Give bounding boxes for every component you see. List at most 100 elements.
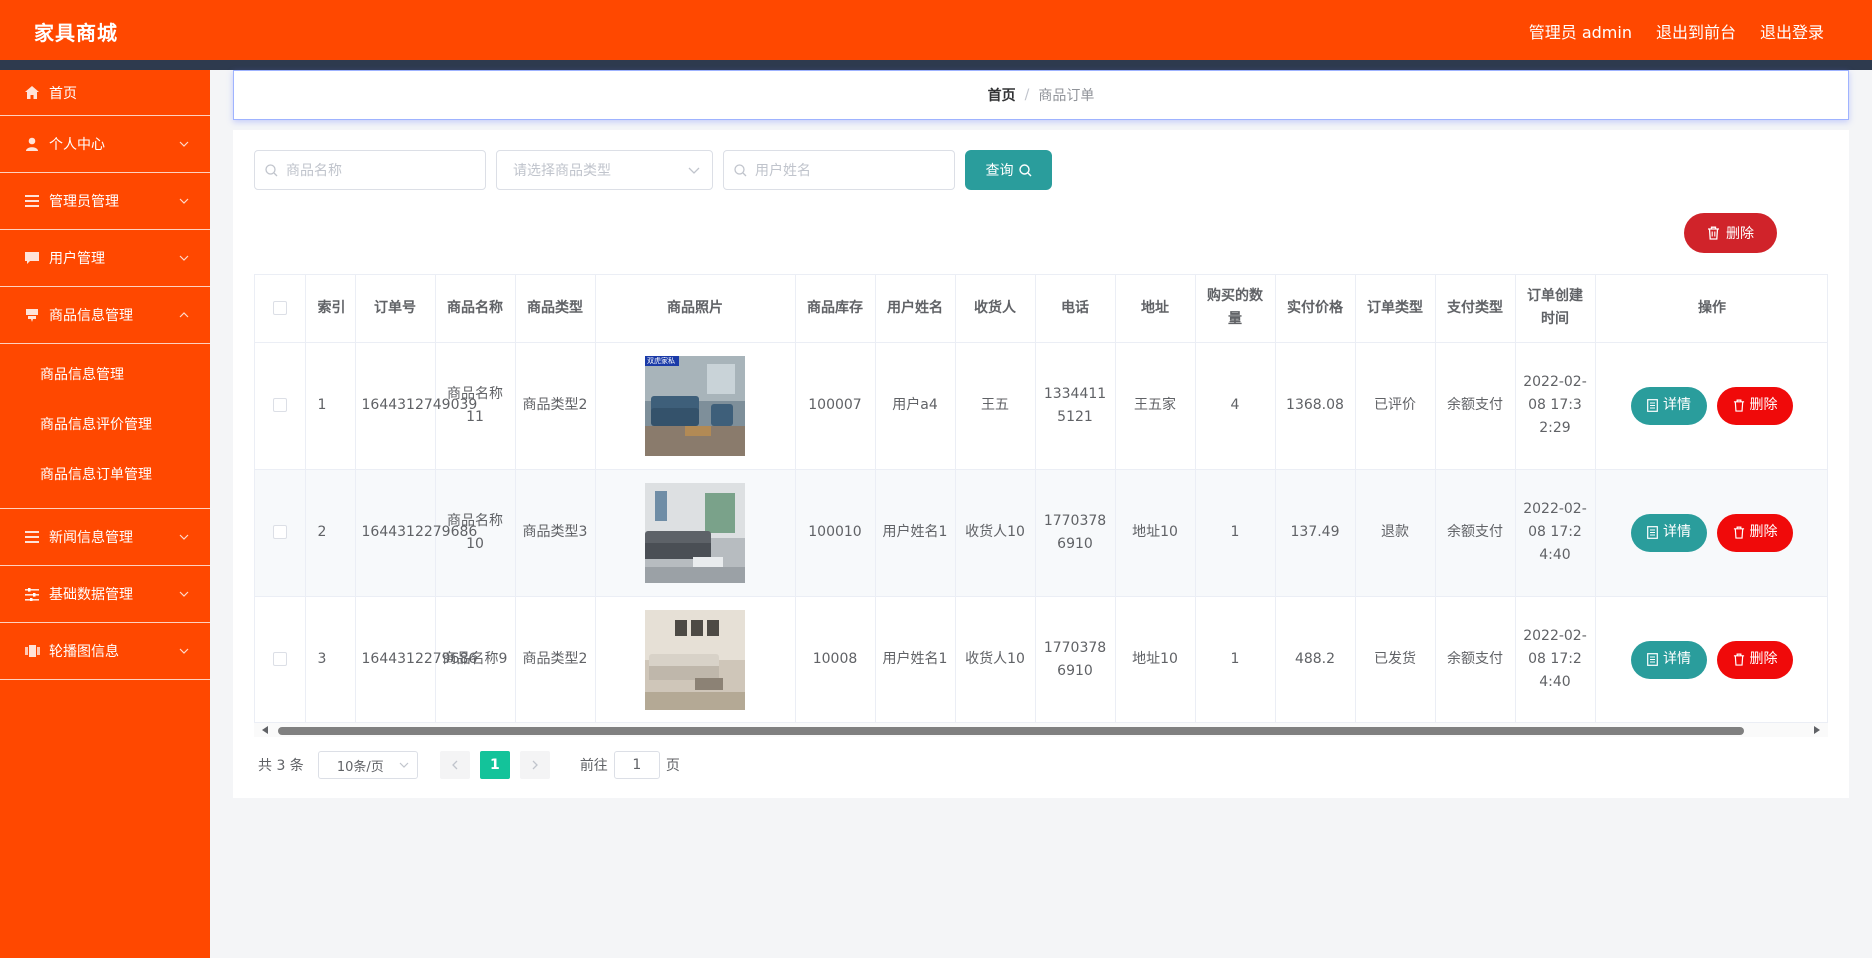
column-header: 商品类型: [515, 275, 596, 343]
goto-page-input[interactable]: 1: [613, 751, 660, 779]
goods-name-search-input[interactable]: 商品名称: [254, 150, 486, 190]
admin-label[interactable]: 管理员 admin: [1529, 19, 1632, 43]
chevron-down-icon: [179, 648, 189, 654]
sidebar-item-basic-data[interactable]: 基础数据管理: [0, 566, 210, 623]
sliders-icon: [24, 587, 40, 601]
select-all-cell: [255, 275, 306, 343]
sidebar-item-news[interactable]: 新闻信息管理: [0, 509, 210, 566]
row-checkbox[interactable]: [272, 525, 287, 539]
detail-button-label: 详情: [1663, 524, 1691, 540]
scrollbar-thumb[interactable]: [278, 727, 1744, 735]
sidebar-item-label: 新闻信息管理: [49, 530, 133, 546]
price-cell: 137.49: [1275, 469, 1356, 597]
top-header: 家具商城 管理员 admin 退出到前台 退出登录: [0, 0, 1872, 60]
delete-button-label: 删除: [1749, 651, 1778, 667]
chevron-right-icon: [532, 760, 538, 770]
chevron-down-icon: [179, 198, 189, 204]
breadcrumb-current: 商品订单: [1038, 88, 1095, 104]
photo-cell: 双虎家私: [595, 342, 796, 470]
page-size-select[interactable]: 10条/页: [317, 751, 418, 779]
brand-title: 家具商城: [34, 21, 118, 45]
delete-button[interactable]: 删除: [1717, 640, 1793, 679]
sidebar-item-admin[interactable]: 管理员管理: [0, 173, 210, 230]
breadcrumb-home[interactable]: 首页: [988, 85, 1016, 105]
page-number-current[interactable]: 1: [479, 751, 510, 779]
created-cell: 2022-02-08 17:32:29: [1515, 342, 1596, 470]
horizontal-scrollbar[interactable]: [254, 722, 1828, 737]
list-icon: [24, 194, 40, 208]
order-type-cell: 退款: [1355, 469, 1436, 597]
batch-delete-label: 删除: [1726, 226, 1754, 242]
pay-type-cell: 余额支付: [1435, 342, 1516, 470]
address-cell: 地址10: [1115, 469, 1196, 597]
goods-type-select[interactable]: 请选择商品类型: [496, 150, 713, 190]
header-actions: 管理员 admin 退出到前台 退出登录: [1529, 19, 1824, 43]
document-icon: [1647, 399, 1658, 412]
column-header: 商品照片: [595, 275, 796, 343]
row-checkbox-cell: [255, 469, 306, 597]
query-button-label: 查询: [985, 163, 1014, 179]
user-name-search-input[interactable]: 用户姓名: [723, 150, 955, 190]
query-button[interactable]: 查询: [965, 150, 1052, 190]
sidebar-item-goods[interactable]: 商品信息管理: [0, 287, 210, 344]
submenu-item-goods-order[interactable]: 商品信息订单管理: [0, 450, 210, 500]
chevron-down-icon: [179, 534, 189, 540]
search-icon: [734, 163, 747, 176]
created-cell: 2022-02-08 17:24:40: [1515, 469, 1596, 597]
delete-button[interactable]: 删除: [1717, 386, 1793, 425]
user-name-cell: 用户姓名1: [875, 596, 956, 724]
index-cell: 2: [305, 469, 356, 597]
sidebar-item-carousel[interactable]: 轮播图信息: [0, 623, 210, 680]
sidebar-item-users[interactable]: 用户管理: [0, 230, 210, 287]
qty-cell: 1: [1195, 596, 1276, 724]
detail-button[interactable]: 详情: [1631, 640, 1707, 679]
receiver-cell: 王五: [955, 342, 1036, 470]
trash-icon: [1733, 399, 1744, 412]
actions-cell: 详情 删除: [1595, 342, 1827, 470]
batch-delete-button[interactable]: 删除: [1684, 213, 1777, 253]
column-header: 索引: [305, 275, 356, 343]
detail-button[interactable]: 详情: [1631, 386, 1707, 425]
user-name-placeholder: 用户姓名: [755, 163, 811, 179]
order-no-cell: 1644312749039: [355, 342, 477, 470]
user-name-cell: 用户姓名1: [875, 469, 956, 597]
pay-type-cell: 余额支付: [1435, 469, 1516, 597]
document-icon: [1647, 653, 1658, 666]
row-checkbox[interactable]: [272, 652, 287, 666]
row-checkbox[interactable]: [272, 398, 287, 412]
submenu-item-goods-review[interactable]: 商品信息评价管理: [0, 400, 210, 450]
orders-table: 索引 订单号 商品名称 商品类型 商品照片 商品库存 用户姓名 收货人 电话 地…: [254, 274, 1828, 737]
exit-to-front-link[interactable]: 退出到前台: [1656, 19, 1736, 43]
chevron-left-icon: [451, 760, 458, 770]
scroll-right-arrow-icon[interactable]: [1814, 726, 1820, 734]
order-type-cell: 已评价: [1355, 342, 1436, 470]
goods-photo: [645, 482, 745, 583]
user-name-cell: 用户a4: [875, 342, 956, 470]
delete-button-label: 删除: [1749, 397, 1778, 413]
sidebar-item-personal[interactable]: 个人中心: [0, 116, 210, 173]
column-header: 商品名称: [435, 275, 516, 343]
chat-icon: [24, 251, 40, 265]
logout-link[interactable]: 退出登录: [1760, 19, 1824, 43]
goods-type-cell: 商品类型2: [515, 596, 596, 724]
chevron-down-icon: [179, 591, 189, 597]
prev-page-button[interactable]: [439, 751, 470, 779]
submenu-item-goods-info[interactable]: 商品信息管理: [0, 350, 210, 400]
detail-button[interactable]: 详情: [1631, 513, 1707, 552]
index-cell: 1: [305, 342, 356, 470]
column-header: 用户姓名: [875, 275, 956, 343]
receiver-cell: 收货人10: [955, 469, 1036, 597]
delete-button[interactable]: 删除: [1717, 513, 1793, 552]
phone-cell: 17703786910: [1035, 469, 1116, 597]
column-header: 电话: [1035, 275, 1116, 343]
select-all-checkbox[interactable]: [272, 300, 287, 315]
goods-type-cell: 商品类型3: [515, 469, 596, 597]
goods-icon: [24, 308, 40, 322]
detail-button-label: 详情: [1663, 651, 1691, 667]
scroll-left-arrow-icon[interactable]: [262, 726, 268, 734]
breadcrumb-separator: /: [1024, 87, 1030, 103]
sidebar-item-home[interactable]: 首页: [0, 70, 210, 116]
next-page-button[interactable]: [519, 751, 550, 779]
goods-type-placeholder: 请选择商品类型: [513, 163, 611, 179]
goto-label: 前往: [579, 758, 608, 774]
